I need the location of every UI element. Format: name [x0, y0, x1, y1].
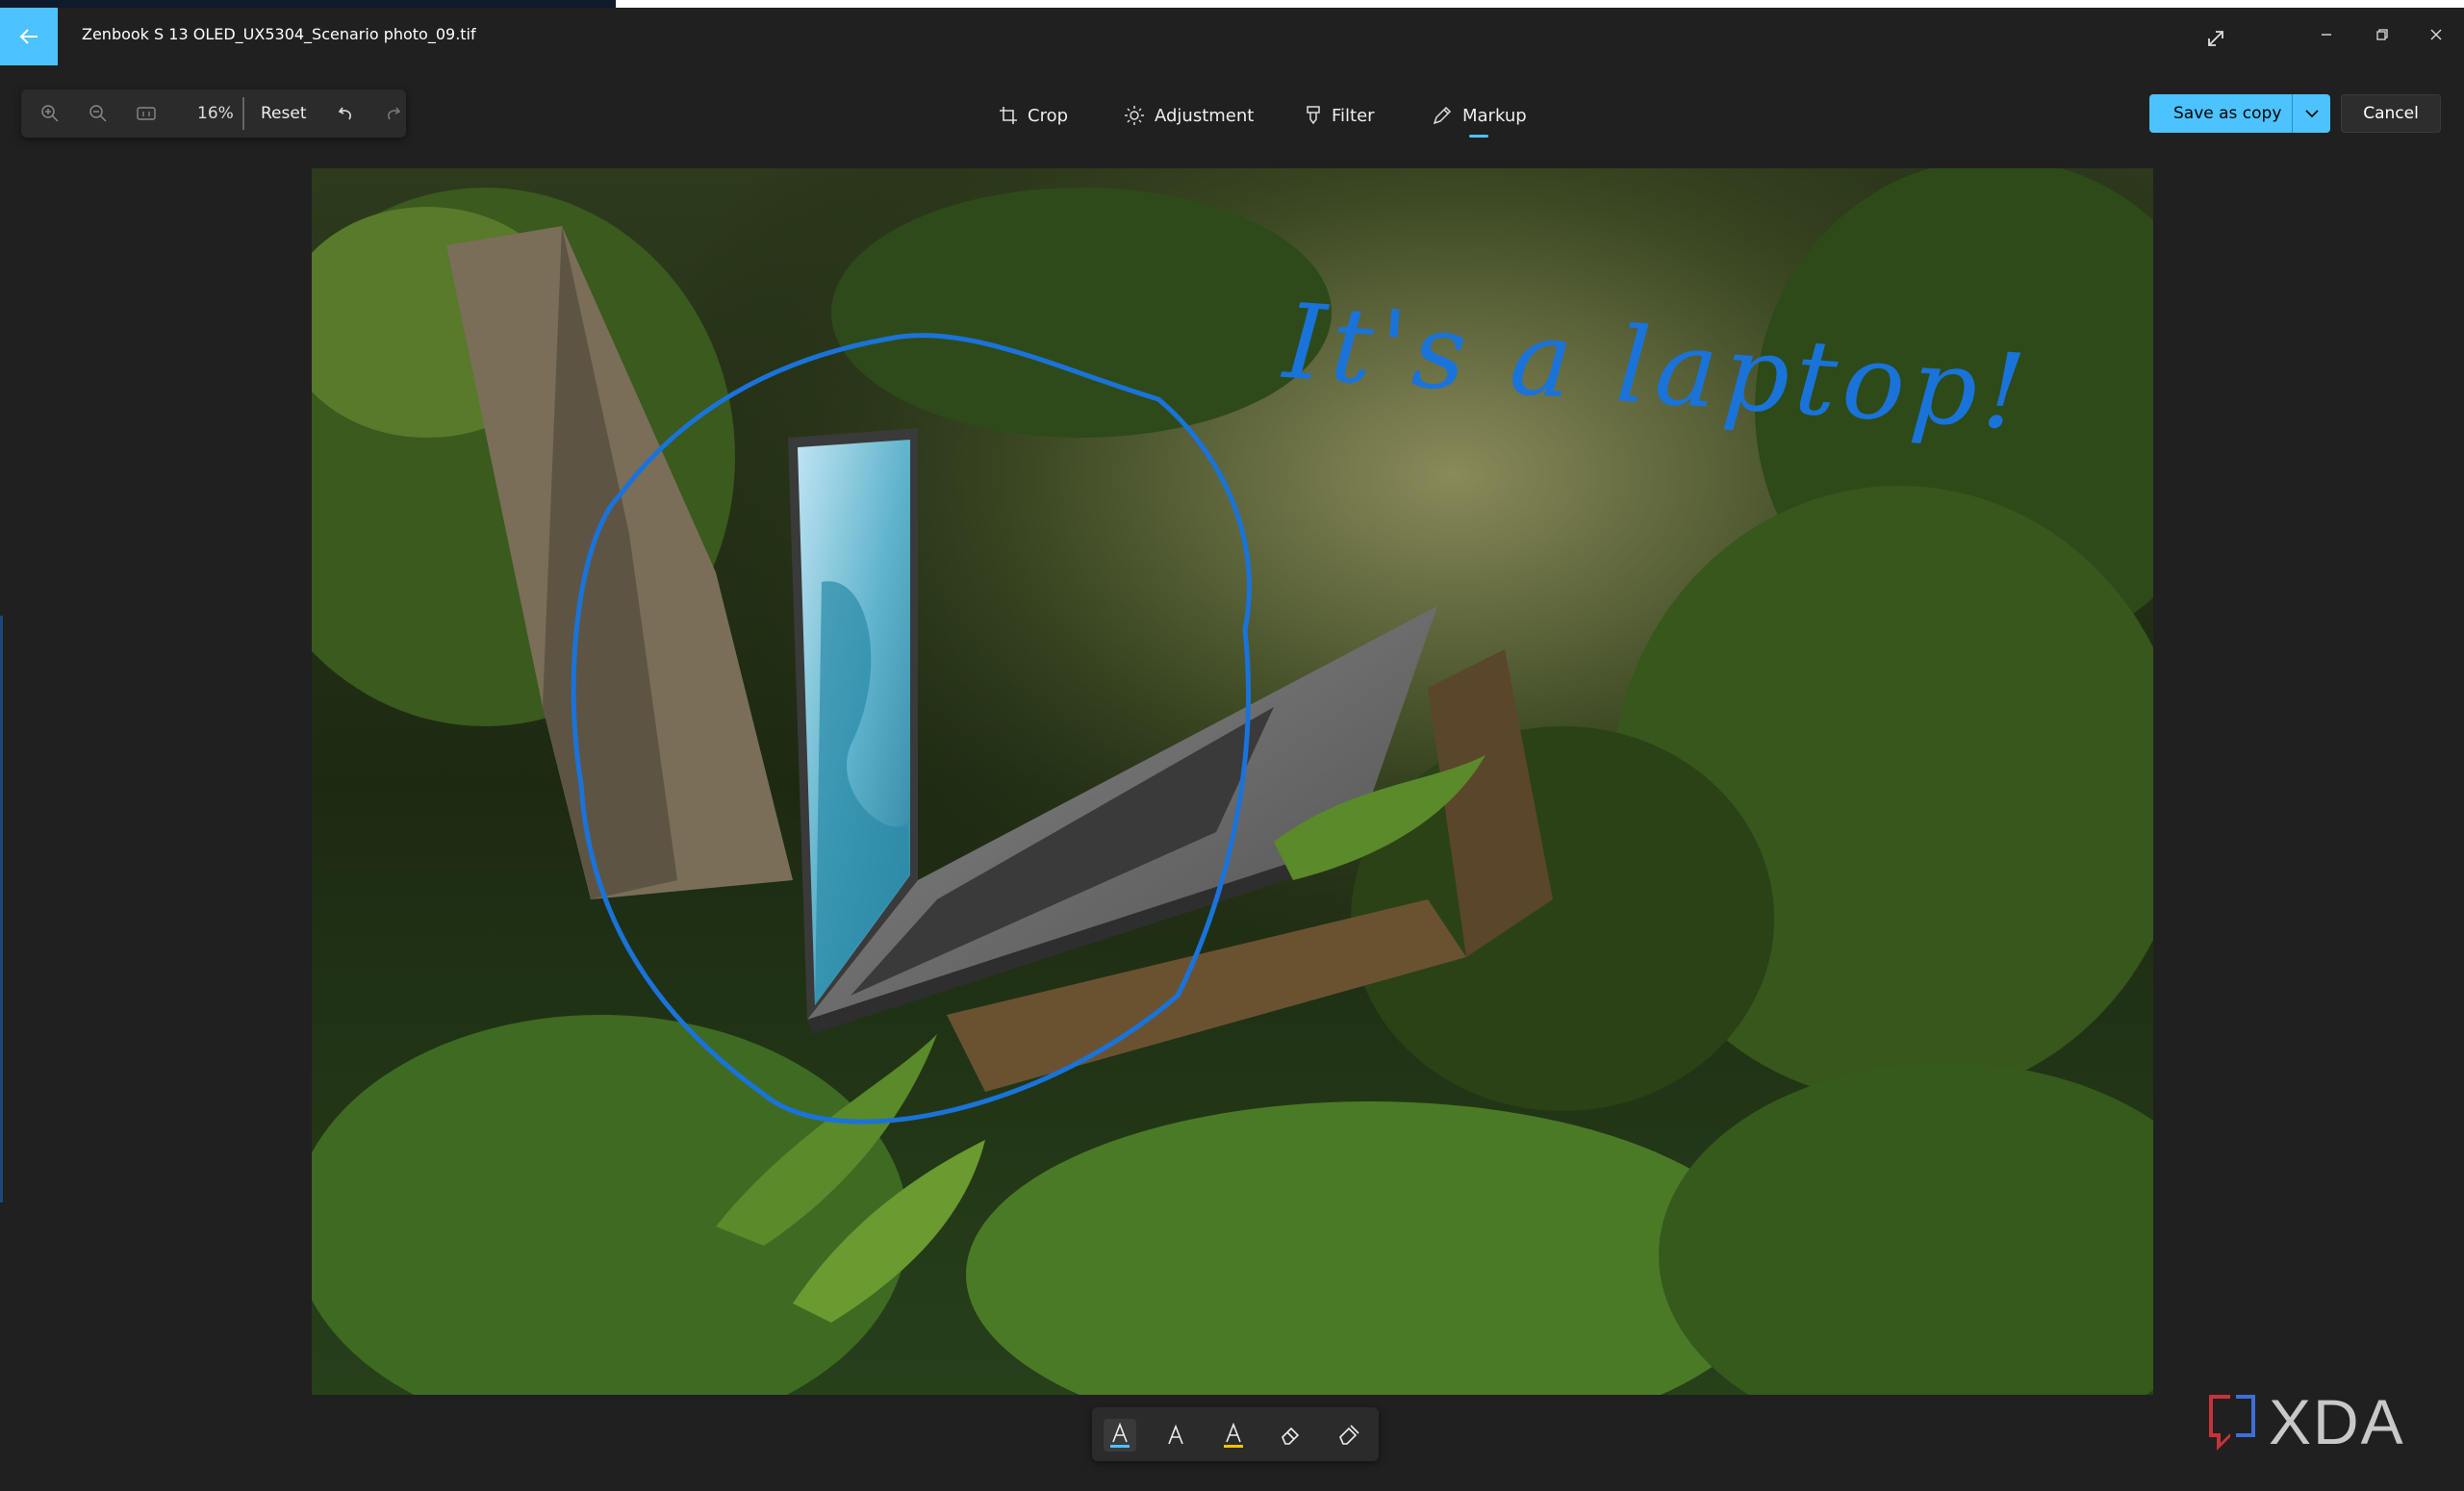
- arrow-left-icon: [19, 29, 38, 44]
- save-as-copy-button[interactable]: Save as copy: [2149, 94, 2330, 133]
- minimize-button[interactable]: [2307, 15, 2346, 54]
- top-strip-dark: [0, 0, 616, 8]
- clear-all-icon: [1339, 1425, 1359, 1445]
- brightness-icon: [1125, 106, 1144, 125]
- expand-icon: [2208, 31, 2223, 46]
- restore-button[interactable]: [2363, 15, 2401, 54]
- window-title: Zenbook S 13 OLED_UX5304_Scenario photo_…: [82, 25, 476, 43]
- clear-all-tool[interactable]: [1333, 1419, 1365, 1452]
- highlighter-icon: [1224, 1422, 1243, 1448]
- ballpoint-pen-icon: [1110, 1422, 1130, 1448]
- crop-icon: [1000, 107, 1017, 124]
- tab-markup[interactable]: Markup: [1432, 100, 1527, 138]
- restore-icon: [2376, 29, 2388, 40]
- back-button[interactable]: [0, 8, 58, 65]
- active-tab-indicator: [1469, 135, 1489, 138]
- left-edge-accent: [0, 616, 3, 1202]
- markup-toolbar: [1092, 1407, 1379, 1461]
- xda-watermark-text: XDA: [2269, 1386, 2405, 1457]
- title-bar: Zenbook S 13 OLED_UX5304_Scenario photo_…: [0, 8, 2464, 65]
- filter-icon: [1307, 106, 1320, 125]
- fullscreen-button[interactable]: [2197, 19, 2235, 58]
- highlighter-tool[interactable]: [1217, 1419, 1250, 1452]
- tab-filter-label: Filter: [1332, 105, 1375, 126]
- tab-adjustment[interactable]: Adjustment: [1124, 100, 1254, 131]
- tab-markup-label: Markup: [1462, 105, 1527, 126]
- minimize-icon: [2322, 34, 2331, 36]
- save-split-divider: [2292, 94, 2293, 133]
- top-strip: [0, 0, 2464, 8]
- xda-watermark: XDA: [2201, 1383, 2432, 1457]
- tab-adjustment-label: Adjustment: [1155, 105, 1255, 126]
- tab-filter[interactable]: Filter: [1305, 100, 1375, 131]
- eraser-tool[interactable]: [1275, 1419, 1308, 1452]
- tab-crop-label: Crop: [1028, 105, 1069, 126]
- photo-canvas[interactable]: It's a laptop!: [312, 168, 2153, 1395]
- chevron-down-icon: [2305, 110, 2319, 118]
- save-as-copy-label: Save as copy: [2173, 104, 2282, 123]
- close-icon: [2430, 29, 2442, 40]
- ballpoint-pen-tool[interactable]: [1104, 1419, 1136, 1452]
- edit-tabs: Crop Adjustment Filter Markup: [0, 100, 2464, 139]
- eraser-icon: [1282, 1427, 1300, 1445]
- save-options-dropdown[interactable]: [2301, 104, 2323, 123]
- pencil-tool[interactable]: [1159, 1419, 1192, 1452]
- pen-icon: [1433, 106, 1452, 125]
- tab-crop[interactable]: Crop: [999, 100, 1068, 131]
- cancel-button[interactable]: Cancel: [2341, 94, 2441, 133]
- close-button[interactable]: [2417, 15, 2455, 54]
- pencil-icon: [1168, 1424, 1183, 1445]
